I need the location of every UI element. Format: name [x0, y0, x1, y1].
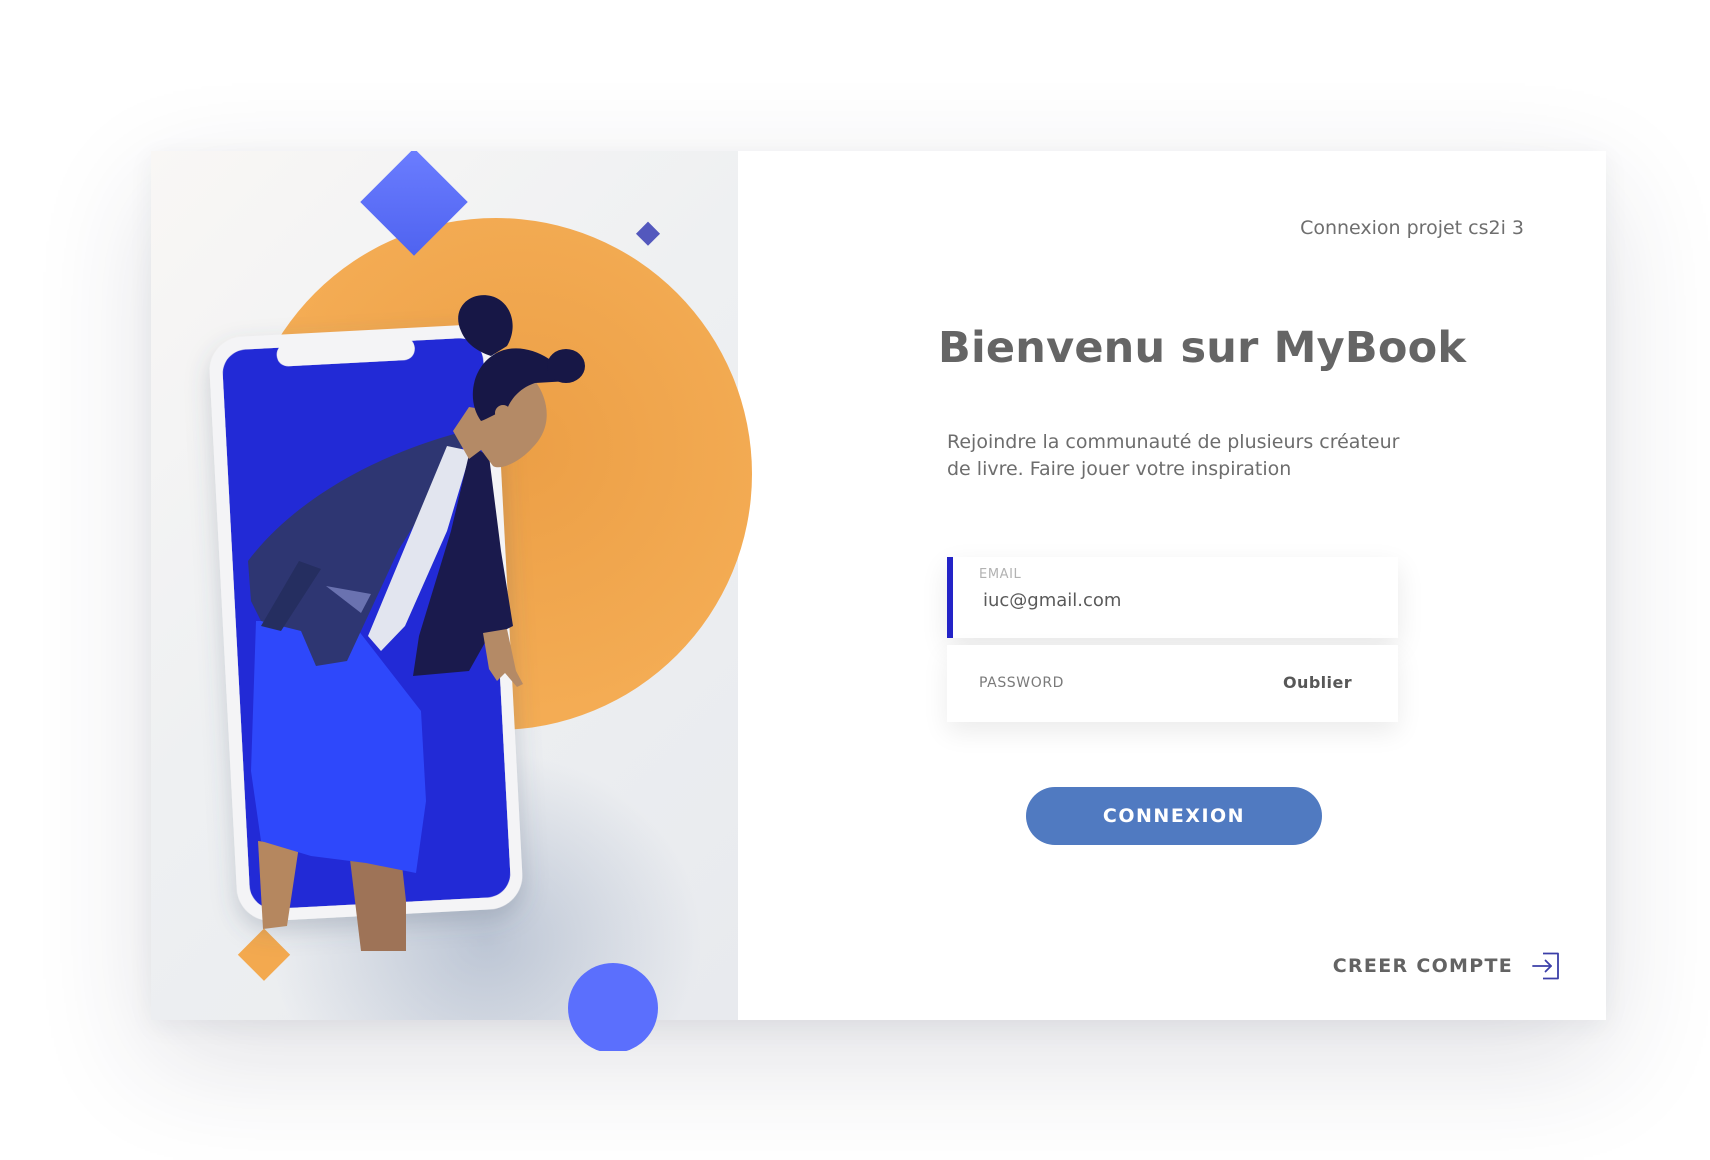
login-panel: Connexion projet cs2i 3 Bienvenu sur MyB…: [738, 151, 1606, 1020]
password-label: PASSWORD: [979, 675, 1065, 691]
login-button[interactable]: CONNEXION: [1026, 787, 1322, 845]
email-label: EMAIL: [979, 567, 1022, 582]
email-input[interactable]: [983, 585, 1363, 615]
create-account-label: CREER COMPTE: [1332, 955, 1513, 977]
password-field[interactable]: PASSWORD Oublier: [947, 645, 1398, 722]
page-title: Bienvenu sur MyBook: [938, 323, 1467, 373]
password-input[interactable]: [1087, 667, 1227, 701]
project-label: Connexion projet cs2i 3: [1300, 217, 1524, 239]
create-account-link[interactable]: CREER COMPTE: [1333, 951, 1561, 981]
illustration-panel: [151, 151, 738, 1020]
email-field[interactable]: EMAIL: [947, 557, 1398, 638]
ambient-glow: [271, 751, 701, 1020]
email-focus-indicator: [947, 557, 953, 638]
login-icon: [1532, 952, 1559, 980]
forgot-password-link[interactable]: Oublier: [1283, 673, 1352, 692]
login-card: Connexion projet cs2i 3 Bienvenu sur MyB…: [151, 151, 1606, 1051]
intro-text: Rejoindre la communauté de plusieurs cré…: [947, 431, 1400, 480]
